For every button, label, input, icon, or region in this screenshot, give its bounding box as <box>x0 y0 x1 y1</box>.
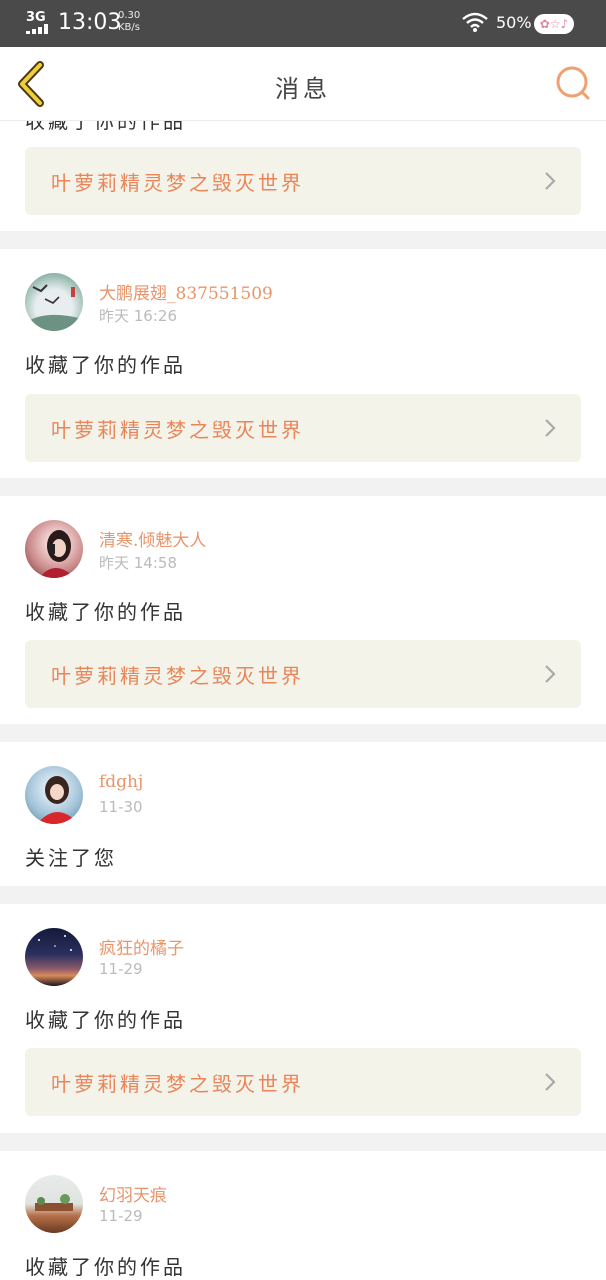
clock: 13:03 <box>58 10 122 35</box>
page-title: 消息 <box>275 75 331 103</box>
message-action: 关注了您 <box>25 846 117 870</box>
work-link[interactable]: 叶萝莉精灵梦之毁灭世界 <box>25 1048 581 1116</box>
work-link[interactable]: 叶萝莉精灵梦之毁灭世界 <box>25 394 581 462</box>
chevron-right-icon <box>545 172 556 190</box>
chevron-right-icon <box>545 665 556 683</box>
username[interactable]: 清寒.倾魅大人 <box>99 526 206 551</box>
avatar[interactable] <box>25 1175 83 1233</box>
username[interactable]: 大鹏展翅_837551509 <box>99 279 273 304</box>
nav-bar: 消息 <box>0 47 606 121</box>
network-speed: 0.30 KB/s <box>118 10 140 34</box>
work-title: 叶萝莉精灵梦之毁灭世界 <box>51 171 304 195</box>
work-title: 叶萝莉精灵梦之毁灭世界 <box>51 1072 304 1096</box>
message-header: 大鹏展翅_837551509 昨天 16:26 <box>25 273 585 333</box>
battery-icon: ✿☆♪ <box>534 14 574 34</box>
message-action: 收藏了你的作品 <box>25 1008 186 1032</box>
message-header: 清寒.倾魅大人 昨天 14:58 <box>25 520 585 580</box>
message-header: 幻羽天痕 11-29 <box>25 1175 585 1235</box>
username[interactable]: fdghj <box>99 772 143 792</box>
message-card: 疯狂的橘子 11-29 收藏了你的作品 叶萝莉精灵梦之毁灭世界 <box>0 904 606 1133</box>
speed-unit: KB/s <box>118 22 140 33</box>
message-card: 收藏了你的作品 叶萝莉精灵梦之毁灭世界 <box>0 121 606 231</box>
message-time: 昨天 14:58 <box>99 554 177 572</box>
message-action: 收藏了你的作品 <box>25 353 186 377</box>
message-action: 收藏了你的作品 <box>25 1255 186 1279</box>
message-action: 收藏了你的作品 <box>25 600 186 624</box>
signal-icon <box>26 24 50 34</box>
message-time: 11-29 <box>99 960 143 978</box>
message-card: 大鹏展翅_837551509 昨天 16:26 收藏了你的作品 叶萝莉精灵梦之毁… <box>0 249 606 478</box>
battery-percent: 50% <box>496 13 532 32</box>
username[interactable]: 幻羽天痕 <box>99 1181 167 1206</box>
chevron-right-icon <box>545 1073 556 1091</box>
avatar[interactable] <box>25 273 83 331</box>
message-header: 疯狂的橘子 11-29 <box>25 928 585 988</box>
work-link[interactable]: 叶萝莉精灵梦之毁灭世界 <box>25 147 581 215</box>
message-card: 清寒.倾魅大人 昨天 14:58 收藏了你的作品 叶萝莉精灵梦之毁灭世界 <box>0 496 606 724</box>
work-title: 叶萝莉精灵梦之毁灭世界 <box>51 664 304 688</box>
avatar[interactable] <box>25 766 83 824</box>
message-feed[interactable]: 收藏了你的作品 叶萝莉精灵梦之毁灭世界 大鹏展翅_837551509 昨天 16… <box>0 121 606 1280</box>
username[interactable]: 疯狂的橘子 <box>99 934 184 959</box>
search-icon[interactable] <box>552 63 592 103</box>
message-card: 幻羽天痕 11-29 收藏了你的作品 <box>0 1151 606 1280</box>
avatar[interactable] <box>25 928 83 986</box>
message-time: 11-30 <box>99 798 143 816</box>
message-action: 收藏了你的作品 <box>25 121 186 133</box>
message-card: fdghj 11-30 关注了您 <box>0 742 606 886</box>
network-type: 3G <box>26 10 46 25</box>
chevron-right-icon <box>545 419 556 437</box>
message-time: 昨天 16:26 <box>99 307 177 325</box>
work-title: 叶萝莉精灵梦之毁灭世界 <box>51 418 304 442</box>
speed-value: 0.30 <box>118 10 141 21</box>
status-bar: 3G 13:03 0.30 KB/s 50% ✿☆♪ <box>0 0 606 47</box>
message-header: fdghj 11-30 <box>25 766 585 826</box>
wifi-icon <box>462 12 488 32</box>
avatar[interactable] <box>25 520 83 578</box>
work-link[interactable]: 叶萝莉精灵梦之毁灭世界 <box>25 640 581 708</box>
message-time: 11-29 <box>99 1207 143 1225</box>
